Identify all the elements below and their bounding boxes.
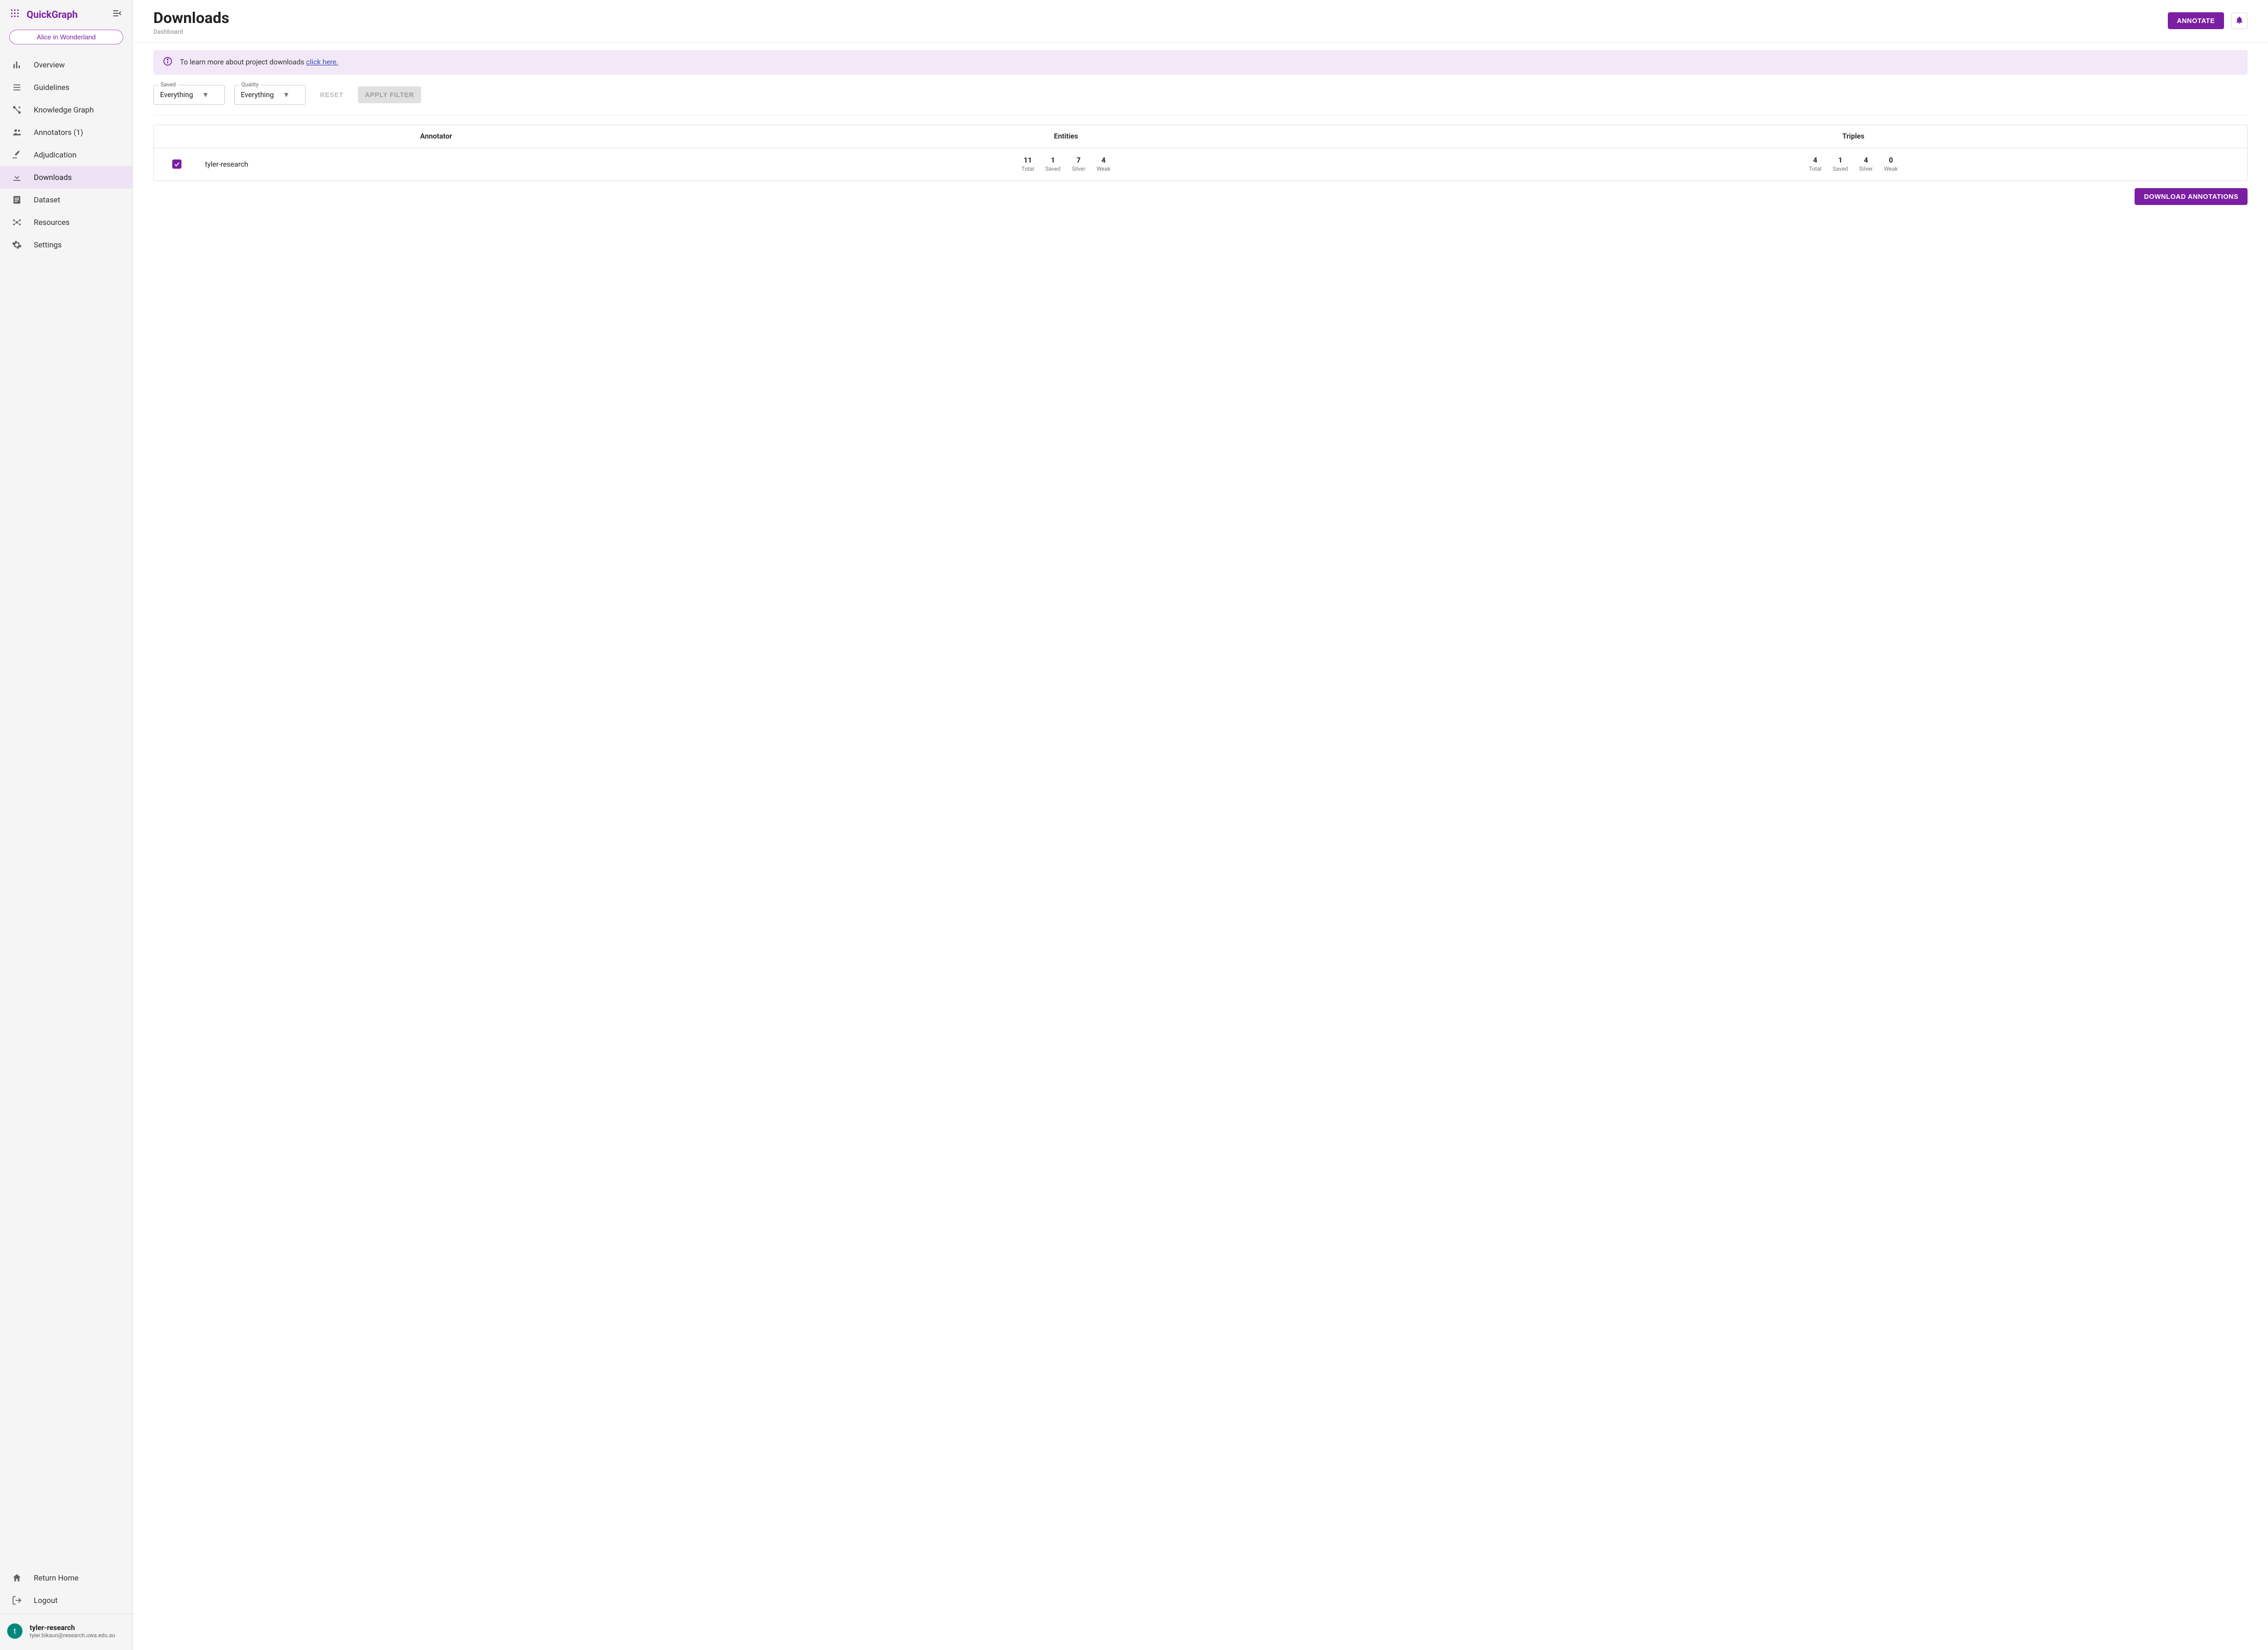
hub-icon (11, 217, 22, 228)
info-banner: To learn more about project downloads cl… (153, 50, 2248, 75)
list-icon (11, 82, 22, 93)
filters: Saved Everything ▼ Quality Everything ▼ … (153, 85, 2248, 116)
apps-grid-icon (10, 9, 19, 20)
th-triples: Triples (1460, 125, 2247, 148)
sidebar-item-settings[interactable]: Settings (0, 234, 132, 256)
logout-icon (11, 1595, 22, 1606)
topbar: Downloads Dashboard ANNOTATE (133, 0, 2268, 43)
quality-filter-label: Quality (239, 81, 261, 88)
breadcrumb: Dashboard (153, 28, 230, 35)
sidebar-item-label: Resources (34, 218, 70, 227)
sidebar-user-footer: t tyler-research tyler.bikaun@research.u… (0, 1614, 132, 1650)
sidebar-item-return-home[interactable]: Return Home (0, 1567, 132, 1589)
user-email: tyler.bikaun@research.uwa.edu.au (30, 1632, 115, 1639)
sidebar-item-dataset[interactable]: Dataset (0, 189, 132, 211)
notifications-button[interactable] (2231, 13, 2248, 29)
sidebar-footer-nav: Return Home Logout (0, 1565, 132, 1614)
sidebar-item-downloads[interactable]: Downloads (0, 166, 132, 189)
info-text: To learn more about project downloads cl… (180, 58, 338, 66)
sidebar-item-annotators[interactable]: Annotators (1) (0, 121, 132, 144)
user-name: tyler-research (30, 1624, 115, 1632)
main: Downloads Dashboard ANNOTATE To learn mo… (133, 0, 2268, 1650)
th-entities: Entities (672, 125, 1459, 148)
table-row: tyler-research 11Total 1Saved 7Silver 4W… (154, 148, 2247, 180)
sidebar-item-guidelines[interactable]: Guidelines (0, 76, 132, 99)
sidebar-item-overview[interactable]: Overview (0, 54, 132, 76)
info-icon (163, 56, 173, 68)
user-profile[interactable]: t tyler-research tyler.bikaun@research.u… (0, 1618, 132, 1644)
sidebar-item-label: Knowledge Graph (34, 105, 94, 114)
download-row: DOWNLOAD ANNOTATIONS (153, 188, 2248, 205)
sidebar-item-logout[interactable]: Logout (0, 1589, 132, 1612)
sidebar-item-label: Dataset (34, 195, 60, 204)
caret-down-icon: ▼ (283, 90, 290, 99)
row-triples: 4Total 1Saved 4Silver 0Weak (1460, 148, 2247, 180)
gavel-icon (11, 149, 22, 161)
saved-filter[interactable]: Saved Everything ▼ (153, 85, 225, 105)
sidebar-item-label: Logout (34, 1596, 58, 1605)
brand-name: QuickGraph (27, 9, 78, 20)
sidebar-header: QuickGraph (0, 0, 132, 26)
saved-filter-label: Saved (158, 81, 178, 88)
row-checkbox-cell (154, 151, 200, 178)
sidebar-item-knowledge-graph[interactable]: Knowledge Graph (0, 99, 132, 121)
sidebar-item-label: Return Home (34, 1573, 79, 1583)
row-checkbox[interactable] (172, 159, 181, 169)
article-icon (11, 194, 22, 205)
page-title: Downloads (153, 9, 230, 27)
graph-icon (11, 104, 22, 116)
people-icon (11, 127, 22, 138)
sidebar-item-label: Settings (34, 240, 62, 249)
sidebar-item-adjudication[interactable]: Adjudication (0, 144, 132, 166)
project-chip-wrap: Alice in Wonderland (0, 26, 132, 52)
sidebar-item-label: Guidelines (34, 83, 70, 92)
project-chip[interactable]: Alice in Wonderland (9, 30, 123, 44)
sidebar-item-label: Overview (34, 60, 65, 70)
collapse-sidebar-icon[interactable] (112, 8, 122, 20)
caret-down-icon: ▼ (202, 90, 209, 99)
quality-filter[interactable]: Quality Everything ▼ (234, 85, 306, 105)
gear-icon (11, 239, 22, 250)
apply-filter-button[interactable]: APPLY FILTER (358, 86, 421, 103)
sidebar-nav: Overview Guidelines Knowledge Graph Anno… (0, 52, 132, 258)
content: To learn more about project downloads cl… (133, 43, 2268, 212)
info-link[interactable]: click here. (306, 58, 338, 66)
sidebar-item-resources[interactable]: Resources (0, 211, 132, 234)
topbar-actions: ANNOTATE (2168, 12, 2248, 29)
annotations-table: Annotator Entities Triples tyler-researc… (153, 125, 2248, 181)
avatar: t (7, 1623, 22, 1639)
bell-icon (2235, 15, 2244, 26)
row-entities: 11Total 1Saved 7Silver 4Weak (672, 148, 1459, 180)
download-annotations-button[interactable]: DOWNLOAD ANNOTATIONS (2135, 188, 2248, 205)
bar-chart-icon (11, 59, 22, 71)
home-icon (11, 1572, 22, 1584)
sidebar: QuickGraph Alice in Wonderland Overview … (0, 0, 133, 1650)
sidebar-item-label: Downloads (34, 173, 72, 182)
sidebar-item-label: Adjudication (34, 150, 77, 159)
sidebar-item-label: Annotators (1) (34, 128, 83, 137)
th-annotator: Annotator (200, 125, 672, 148)
row-annotator: tyler-research (200, 152, 672, 177)
brand[interactable]: QuickGraph (10, 9, 78, 20)
annotate-button[interactable]: ANNOTATE (2168, 12, 2224, 29)
download-icon (11, 172, 22, 183)
table-header: Annotator Entities Triples (154, 125, 2247, 148)
reset-button[interactable]: RESET (315, 87, 349, 103)
